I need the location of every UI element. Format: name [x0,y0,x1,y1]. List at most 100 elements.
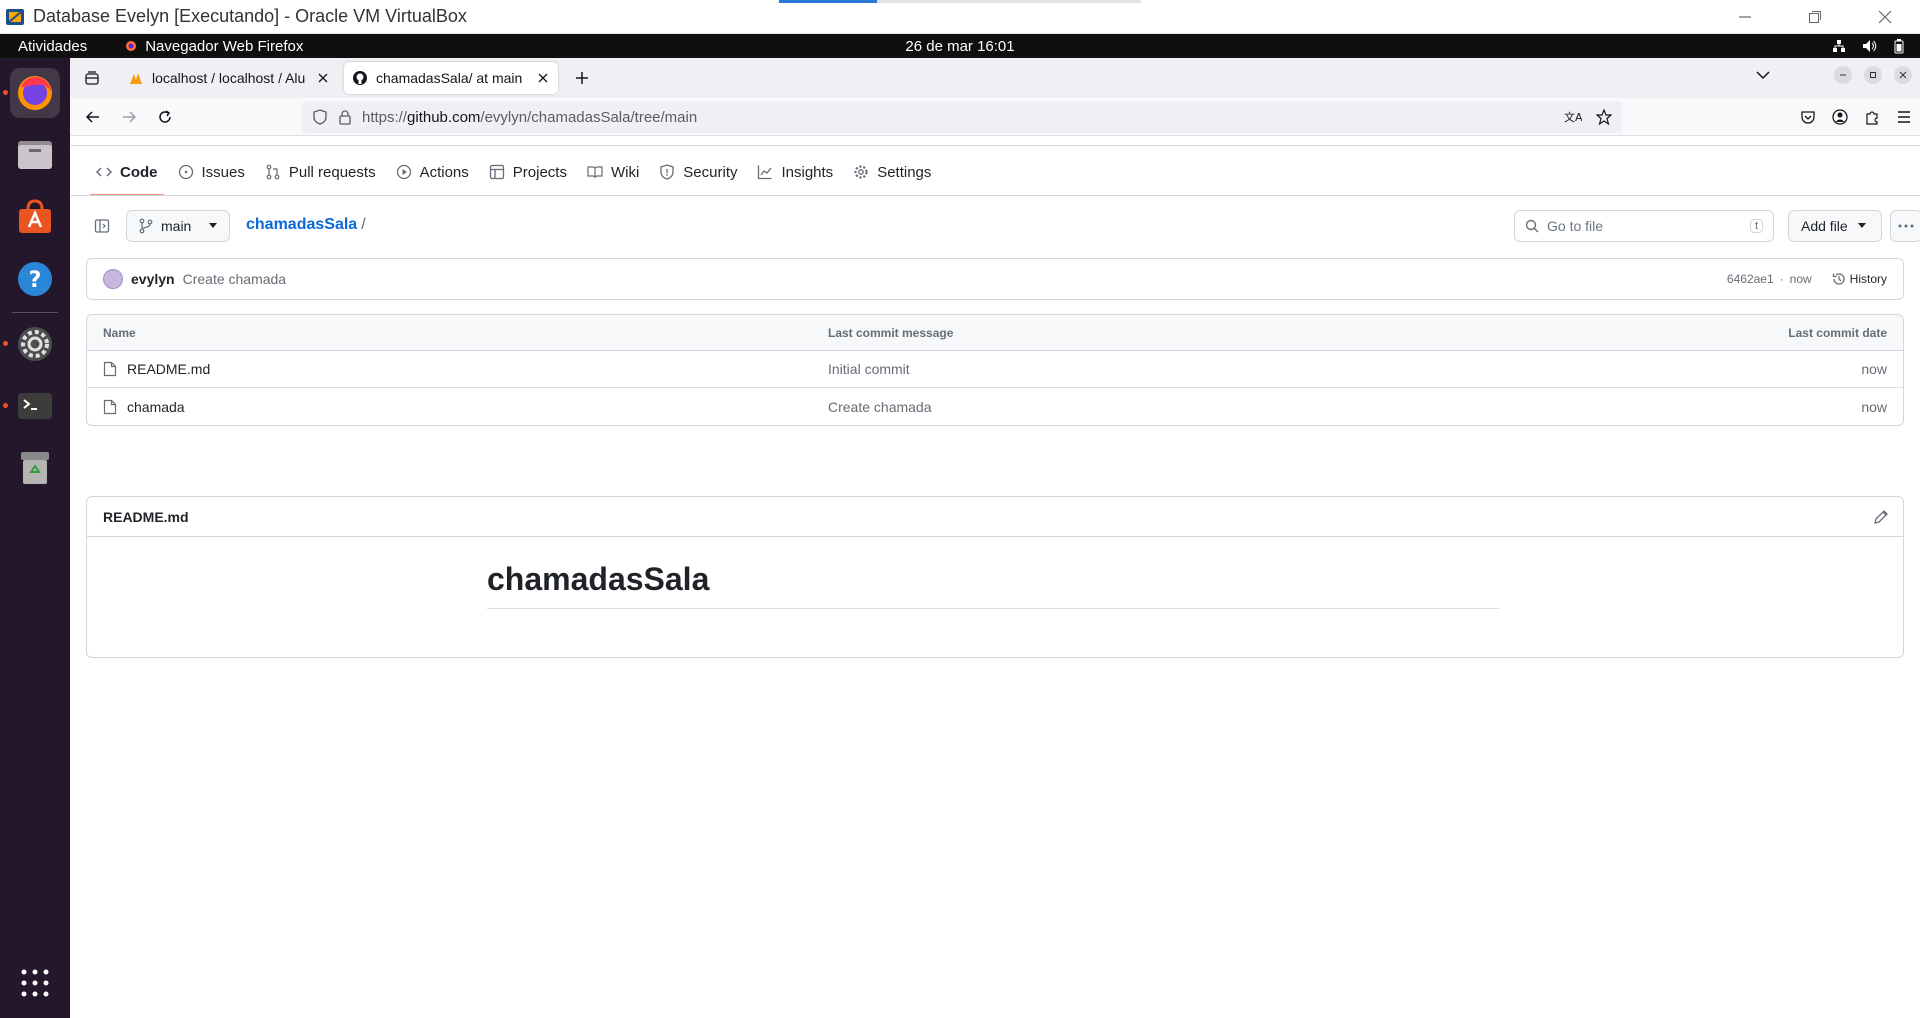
tracking-shield-icon[interactable] [312,109,328,125]
file-cell: README.md [103,361,210,377]
firefox-window: localhost / localhost / Alu chamadasSala… [70,58,1920,1018]
url-text[interactable]: https://github.com/evylyn/chamadasSala/t… [362,109,697,126]
table-row[interactable]: chamada Create chamada now [87,388,1903,425]
tab-projects[interactable]: Projects [479,152,577,192]
kebab-horizontal-icon [1898,224,1914,228]
host-minimize-button[interactable] [1710,0,1780,34]
clock[interactable]: 26 de mar 16:01 [905,38,1014,55]
commit-author[interactable]: evylyn [131,271,175,287]
show-apps-icon[interactable] [10,958,60,1008]
history-label: History [1849,272,1887,286]
tab-github[interactable]: chamadasSala/ at main · e [344,62,558,94]
phpmyadmin-favicon-icon [128,70,144,86]
nav-bar: https://github.com/evylyn/chamadasSala/t… [70,98,1920,136]
tab-label: Actions [419,163,469,181]
column-header-date: Last commit date [1788,325,1887,340]
app-menu[interactable]: Navegador Web Firefox [125,38,303,55]
tab-strip: localhost / localhost / Alu chamadasSala… [70,58,1920,98]
tab-insights[interactable]: Insights [747,152,843,192]
volume-icon[interactable] [1862,39,1878,53]
tab-pull-requests[interactable]: Pull requests [255,152,386,192]
github-header-remnant [70,136,1920,146]
file-table: Name Last commit message Last commit dat… [86,314,1904,426]
more-options-button[interactable] [1890,210,1920,242]
list-all-tabs-chevron-down-icon[interactable] [1756,70,1770,80]
settings-icon[interactable] [10,319,60,369]
window-close-button[interactable] [1894,66,1912,84]
host-close-button[interactable] [1850,0,1920,34]
url-bar[interactable]: https://github.com/evylyn/chamadasSala/t… [302,101,1622,133]
network-icon[interactable] [1832,39,1846,53]
commit-date: now [1861,398,1887,415]
running-indicator [3,403,8,408]
url-prefix: https:// [362,108,408,126]
firefox-view-button[interactable] [74,58,110,98]
branch-selector-button[interactable]: main [126,210,230,242]
table-row[interactable]: README.md Initial commit now [87,351,1903,388]
file-icon [103,361,117,377]
tab-settings[interactable]: Settings [843,152,941,192]
firefox-icon[interactable] [10,68,60,118]
file-icon [103,399,117,415]
forward-button[interactable] [114,102,144,132]
extensions-icon[interactable] [1864,109,1880,125]
commit-sha[interactable]: 6462ae1 [1727,272,1774,286]
latest-commit-bar: evylyn Create chamada 6462ae1 · now Hist… [86,258,1904,300]
go-to-file-input[interactable]: Go to file t [1514,210,1774,242]
play-icon [396,164,412,180]
repo-nav: Code Issues Pull requests Actions Projec… [86,152,941,196]
shortcut-key: t [1749,219,1763,233]
file-table-header: Name Last commit message Last commit dat… [87,315,1903,351]
breadcrumb-repo-link[interactable]: chamadasSala [246,216,357,233]
back-button[interactable] [78,102,108,132]
tab-label: Projects [512,163,567,181]
window-minimize-button[interactable] [1834,66,1852,84]
code-icon [96,164,112,180]
tab-title: localhost / localhost / Alu [152,70,306,86]
github-page: Code Issues Pull requests Actions Projec… [70,136,1920,1018]
translate-icon[interactable]: 文A [1564,109,1582,125]
commit-message-link[interactable]: Create chamada [828,399,932,415]
app-center-icon[interactable] [10,192,60,242]
readme-body: chamadasSala [487,561,1499,609]
files-icon[interactable] [10,130,60,180]
lock-icon[interactable] [338,109,352,125]
file-name-link[interactable]: chamada [127,399,185,415]
file-name-link[interactable]: README.md [127,361,210,377]
tab-wiki[interactable]: Wiki [577,152,649,192]
battery-icon[interactable] [1894,38,1904,54]
pencil-icon[interactable] [1873,509,1889,525]
tab-label: Pull requests [288,163,376,181]
tab-security[interactable]: Security [649,152,747,192]
tab-close-icon[interactable] [536,71,550,85]
host-progress-bar [779,0,1141,3]
bookmark-star-icon[interactable] [1596,109,1612,125]
tab-issues[interactable]: Issues [168,152,255,192]
tab-code[interactable]: Code [86,152,168,196]
new-tab-button[interactable] [566,62,598,94]
menu-hamburger-icon[interactable] [1896,109,1912,125]
reload-button[interactable] [150,102,180,132]
account-icon[interactable] [1832,108,1848,125]
add-file-button[interactable]: Add file [1788,210,1882,242]
app-menu-label: Navegador Web Firefox [145,37,304,55]
history-button[interactable]: History [1832,272,1887,286]
terminal-icon[interactable] [10,381,60,431]
activities-button[interactable]: Atividades [18,38,87,55]
trash-icon[interactable] [10,443,60,493]
tab-close-icon[interactable] [316,71,330,85]
tab-actions[interactable]: Actions [386,152,479,192]
tab-localhost[interactable]: localhost / localhost / Alu [120,62,338,94]
pocket-icon[interactable] [1800,109,1816,125]
go-to-file-placeholder: Go to file [1547,218,1604,234]
expand-file-tree-button[interactable] [86,210,118,242]
readme-heading: chamadasSala [487,561,1499,609]
avatar[interactable] [103,269,123,289]
commit-message[interactable]: Create chamada [183,271,287,287]
readme-filename[interactable]: README.md [103,509,189,525]
host-restore-button[interactable] [1780,0,1850,34]
commit-message-link[interactable]: Initial commit [828,361,910,377]
help-icon[interactable]: ? [10,254,60,304]
system-tray[interactable] [1832,38,1904,54]
window-maximize-button[interactable] [1864,66,1882,84]
